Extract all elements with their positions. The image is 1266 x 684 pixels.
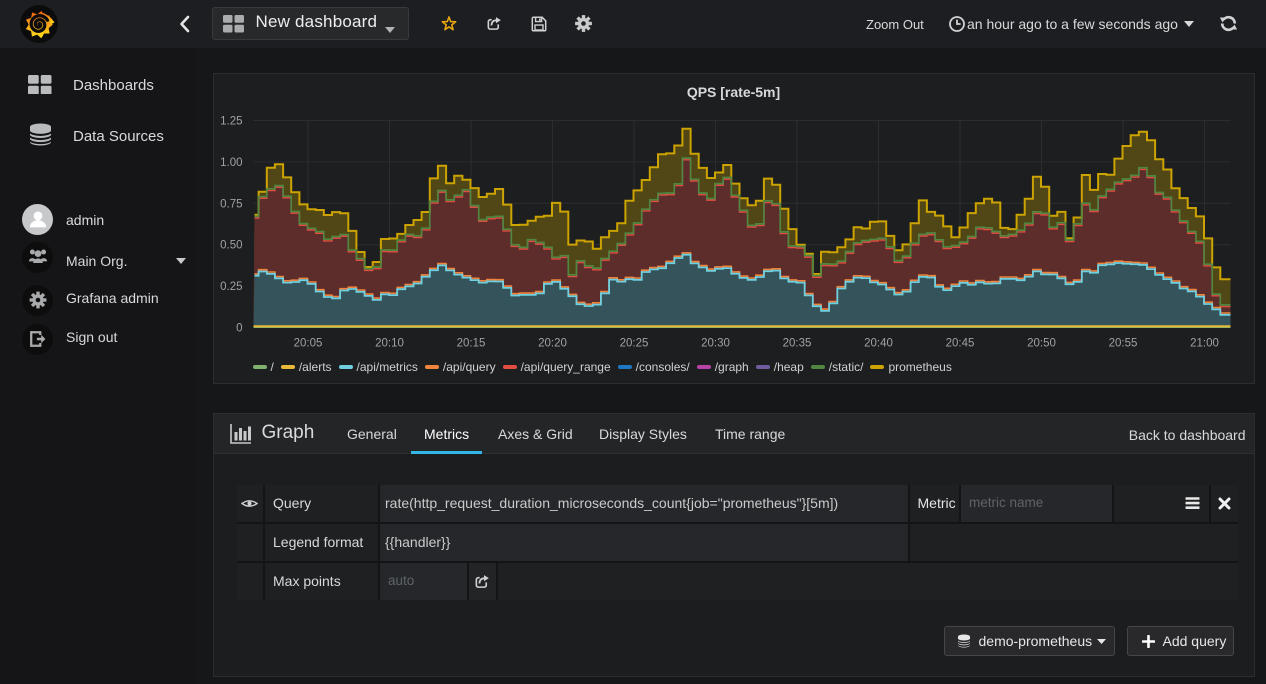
svg-text:20:45: 20:45: [945, 337, 974, 349]
svg-text:20:35: 20:35: [782, 337, 811, 349]
svg-text:0.25: 0.25: [220, 281, 242, 293]
svg-text:20:40: 20:40: [864, 337, 893, 349]
svg-text:20:05: 20:05: [293, 337, 322, 349]
svg-text:20:50: 20:50: [1027, 337, 1056, 349]
svg-text:20:20: 20:20: [538, 337, 567, 349]
svg-text:0: 0: [236, 322, 242, 334]
svg-text:20:10: 20:10: [375, 337, 404, 349]
svg-text:20:30: 20:30: [701, 337, 730, 349]
svg-text:1.00: 1.00: [220, 156, 242, 168]
svg-text:0.50: 0.50: [220, 239, 242, 251]
svg-text:21:00: 21:00: [1190, 337, 1219, 349]
svg-text:20:55: 20:55: [1108, 337, 1137, 349]
svg-text:20:25: 20:25: [619, 337, 648, 349]
svg-text:0.75: 0.75: [220, 198, 242, 210]
svg-text:1.25: 1.25: [220, 115, 242, 127]
svg-text:20:15: 20:15: [456, 337, 485, 349]
